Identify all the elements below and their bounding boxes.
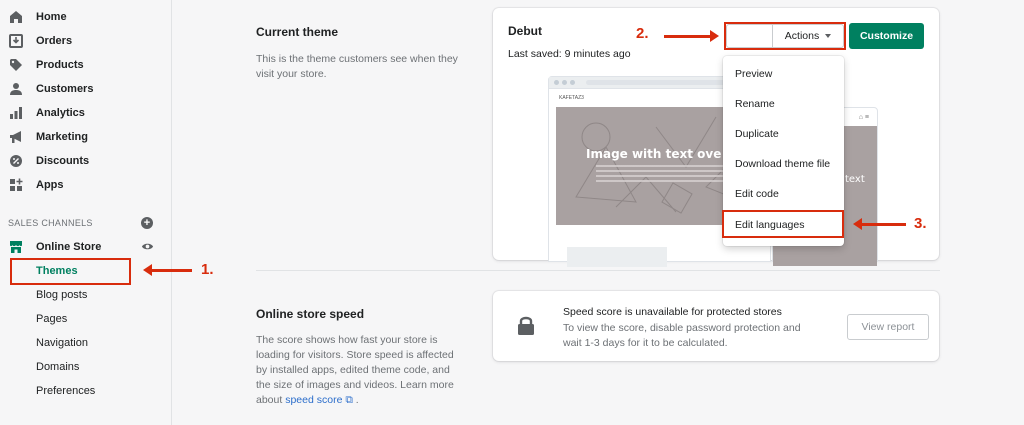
nav-item-analytics[interactable]: Analytics xyxy=(8,102,85,124)
nav-item-home[interactable]: Home xyxy=(8,6,67,28)
preview-hero-subtext xyxy=(596,165,736,185)
sidebar-item-blog-posts[interactable]: Blog posts xyxy=(36,285,87,305)
nav-item-marketing[interactable]: Marketing xyxy=(8,126,88,148)
sidebar-item-domains[interactable]: Domains xyxy=(36,357,79,377)
speed-score-link-text: speed score xyxy=(285,394,343,406)
step-2-label: 2. xyxy=(636,25,649,42)
nav-label: Customers xyxy=(36,83,94,95)
preview-hero-title: Image with text ove xyxy=(586,147,722,161)
arrow-2 xyxy=(664,30,719,42)
nav-label: Apps xyxy=(36,179,64,191)
nav-label: Discounts xyxy=(36,155,90,167)
speed-score-link[interactable]: speed score ⧉ xyxy=(285,394,353,406)
nav-label: Online Store xyxy=(36,241,102,253)
mobile-hero-title: text xyxy=(845,174,865,185)
nav-label: Home xyxy=(36,11,67,23)
speed-card-description: To view the score, disable password prot… xyxy=(563,322,801,349)
speed-card-title: Speed score is unavailable for protected… xyxy=(563,306,782,318)
nav-item-customers[interactable]: Customers xyxy=(8,78,93,100)
add-sales-channel-button[interactable]: + xyxy=(141,217,153,229)
online-store-speed-heading: Online store speed xyxy=(256,307,365,321)
bar-chart-icon xyxy=(8,105,24,121)
step-1-label: 1. xyxy=(201,261,214,278)
menu-item-duplicate[interactable]: Duplicate xyxy=(735,128,779,140)
view-report-button[interactable]: View report xyxy=(847,314,929,340)
nav-item-online-store[interactable]: Online Store xyxy=(8,236,101,258)
section-divider xyxy=(256,270,940,271)
menu-item-download-theme-file[interactable]: Download theme file xyxy=(735,158,830,170)
highlight-edit-languages xyxy=(722,210,844,238)
last-saved: Last saved: 9 minutes ago xyxy=(508,48,631,60)
store-icon xyxy=(8,239,24,255)
lock-icon xyxy=(517,315,535,340)
tag-icon xyxy=(8,57,24,73)
step-3-label: 3. xyxy=(914,215,927,232)
nav-item-apps[interactable]: Apps xyxy=(8,174,64,196)
sidebar: Home Orders Products Customers Analytics… xyxy=(0,0,172,425)
preview-block xyxy=(567,247,667,267)
external-link-icon: ⧉ xyxy=(345,394,353,406)
eye-icon[interactable] xyxy=(141,240,154,258)
current-theme-heading: Current theme xyxy=(256,25,339,39)
menu-item-edit-code[interactable]: Edit code xyxy=(735,188,779,200)
orders-icon xyxy=(8,33,24,49)
mobile-nav-icons: ⌂ ≡ xyxy=(858,114,869,121)
sidebar-item-pages[interactable]: Pages xyxy=(36,309,67,329)
home-icon xyxy=(8,9,24,25)
nav-item-orders[interactable]: Orders xyxy=(8,30,72,52)
apps-icon xyxy=(8,177,24,193)
customize-button[interactable]: Customize xyxy=(849,23,924,49)
sales-channels-heading: SALES CHANNELS xyxy=(8,218,93,228)
speed-card: Speed score is unavailable for protected… xyxy=(493,291,939,361)
nav-label: Orders xyxy=(36,35,73,47)
nav-item-products[interactable]: Products xyxy=(8,54,84,76)
arrow-3 xyxy=(853,218,906,230)
speed-description-end: . xyxy=(352,394,359,406)
menu-item-rename[interactable]: Rename xyxy=(735,98,775,110)
discount-icon xyxy=(8,153,24,169)
sidebar-item-navigation[interactable]: Navigation xyxy=(36,333,88,353)
megaphone-icon xyxy=(8,129,24,145)
nav-label: Products xyxy=(36,59,84,71)
arrow-1 xyxy=(143,264,192,276)
sidebar-item-preferences[interactable]: Preferences xyxy=(36,381,95,401)
nav-label: Analytics xyxy=(36,107,85,119)
highlight-actions xyxy=(724,22,846,50)
highlight-themes xyxy=(10,258,131,285)
person-icon xyxy=(8,81,24,97)
nav-item-discounts[interactable]: Discounts xyxy=(8,150,89,172)
nav-label: Marketing xyxy=(36,131,88,143)
menu-item-preview[interactable]: Preview xyxy=(735,68,772,80)
speed-description: The score shows how fast your store is l… xyxy=(256,333,461,408)
current-theme-description: This is the theme customers see when the… xyxy=(256,53,458,80)
theme-name: Debut xyxy=(508,24,542,38)
